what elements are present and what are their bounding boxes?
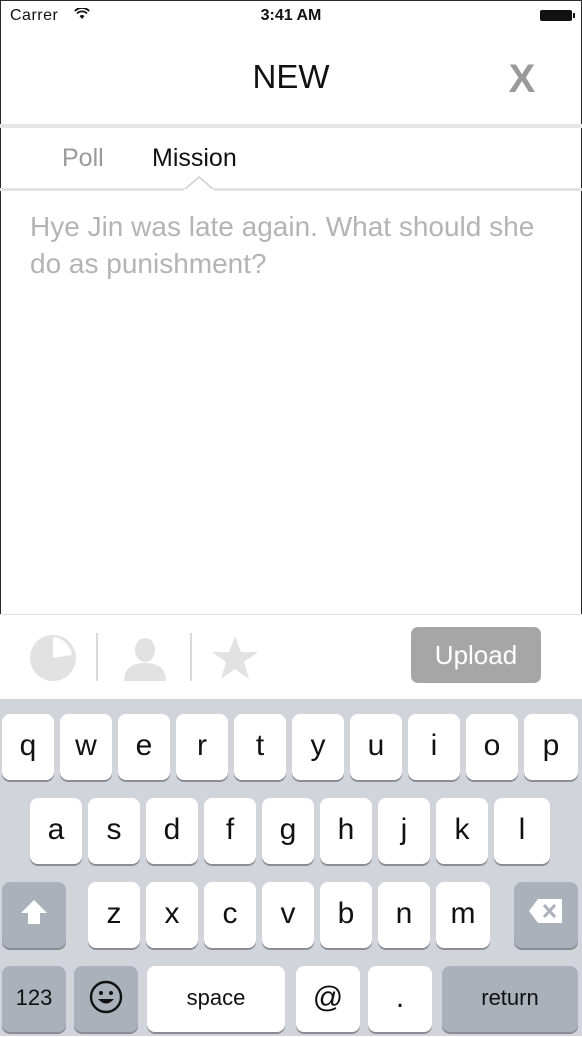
key-m[interactable]: m [436,882,490,948]
key-d[interactable]: d [146,798,198,864]
shift-key[interactable] [2,882,66,948]
battery-icon [540,10,575,21]
question-textarea[interactable] [30,208,550,608]
nav-bar: NEW X [0,32,582,124]
delete-key[interactable] [514,882,578,948]
tab-poll[interactable]: Poll [62,144,104,173]
close-button[interactable]: X [500,52,544,102]
return-key[interactable]: return [442,966,578,1032]
key-l[interactable]: l [494,798,550,864]
emoji-icon [89,980,123,1014]
tab-selected-indicator [184,176,214,191]
key-z[interactable]: z [88,882,140,948]
key-t[interactable]: t [234,714,286,780]
key-j[interactable]: j [378,798,430,864]
key-w[interactable]: w [60,714,112,780]
key-a[interactable]: a [30,798,82,864]
emoji-key[interactable] [74,966,138,1032]
clock: 3:41 AM [260,7,322,24]
key-h[interactable]: h [320,798,372,864]
toolbar-separator [96,633,98,681]
user-icon[interactable] [120,633,170,683]
key-o[interactable]: o [466,714,518,780]
tab-divider [0,188,582,191]
key-n[interactable]: n [378,882,430,948]
period-key[interactable]: . [368,966,432,1032]
page-title: NEW [252,58,330,95]
key-q[interactable]: q [2,714,54,780]
key-r[interactable]: r [176,714,228,780]
status-bar: Carrer 3:41 AM [0,0,582,32]
space-key[interactable]: space [147,966,285,1032]
key-x[interactable]: x [146,882,198,948]
compose-toolbar: Upload [0,615,582,699]
key-k[interactable]: k [436,798,488,864]
key-f[interactable]: f [204,798,256,864]
key-p[interactable]: p [524,714,578,780]
shift-icon [21,900,47,924]
toolbar-separator [190,633,192,681]
star-icon[interactable] [210,633,260,683]
numbers-key[interactable]: 123 [2,966,66,1032]
key-e[interactable]: e [118,714,170,780]
delete-icon [529,899,562,923]
key-c[interactable]: c [204,882,256,948]
key-v[interactable]: v [262,882,314,948]
key-b[interactable]: b [320,882,372,948]
pie-chart-icon[interactable] [28,633,78,683]
tab-mission[interactable]: Mission [152,144,237,173]
at-key[interactable]: @ [296,966,360,1032]
close-icon: X [509,57,536,101]
upload-button[interactable]: Upload [411,627,541,683]
key-y[interactable]: y [292,714,344,780]
key-g[interactable]: g [262,798,314,864]
keyboard: q w e r t y u i o p a s d f g h j k l z … [0,699,582,1036]
tab-bar: Poll Mission [0,128,582,188]
key-s[interactable]: s [88,798,140,864]
key-i[interactable]: i [408,714,460,780]
key-u[interactable]: u [350,714,402,780]
close-label: X [509,57,536,101]
